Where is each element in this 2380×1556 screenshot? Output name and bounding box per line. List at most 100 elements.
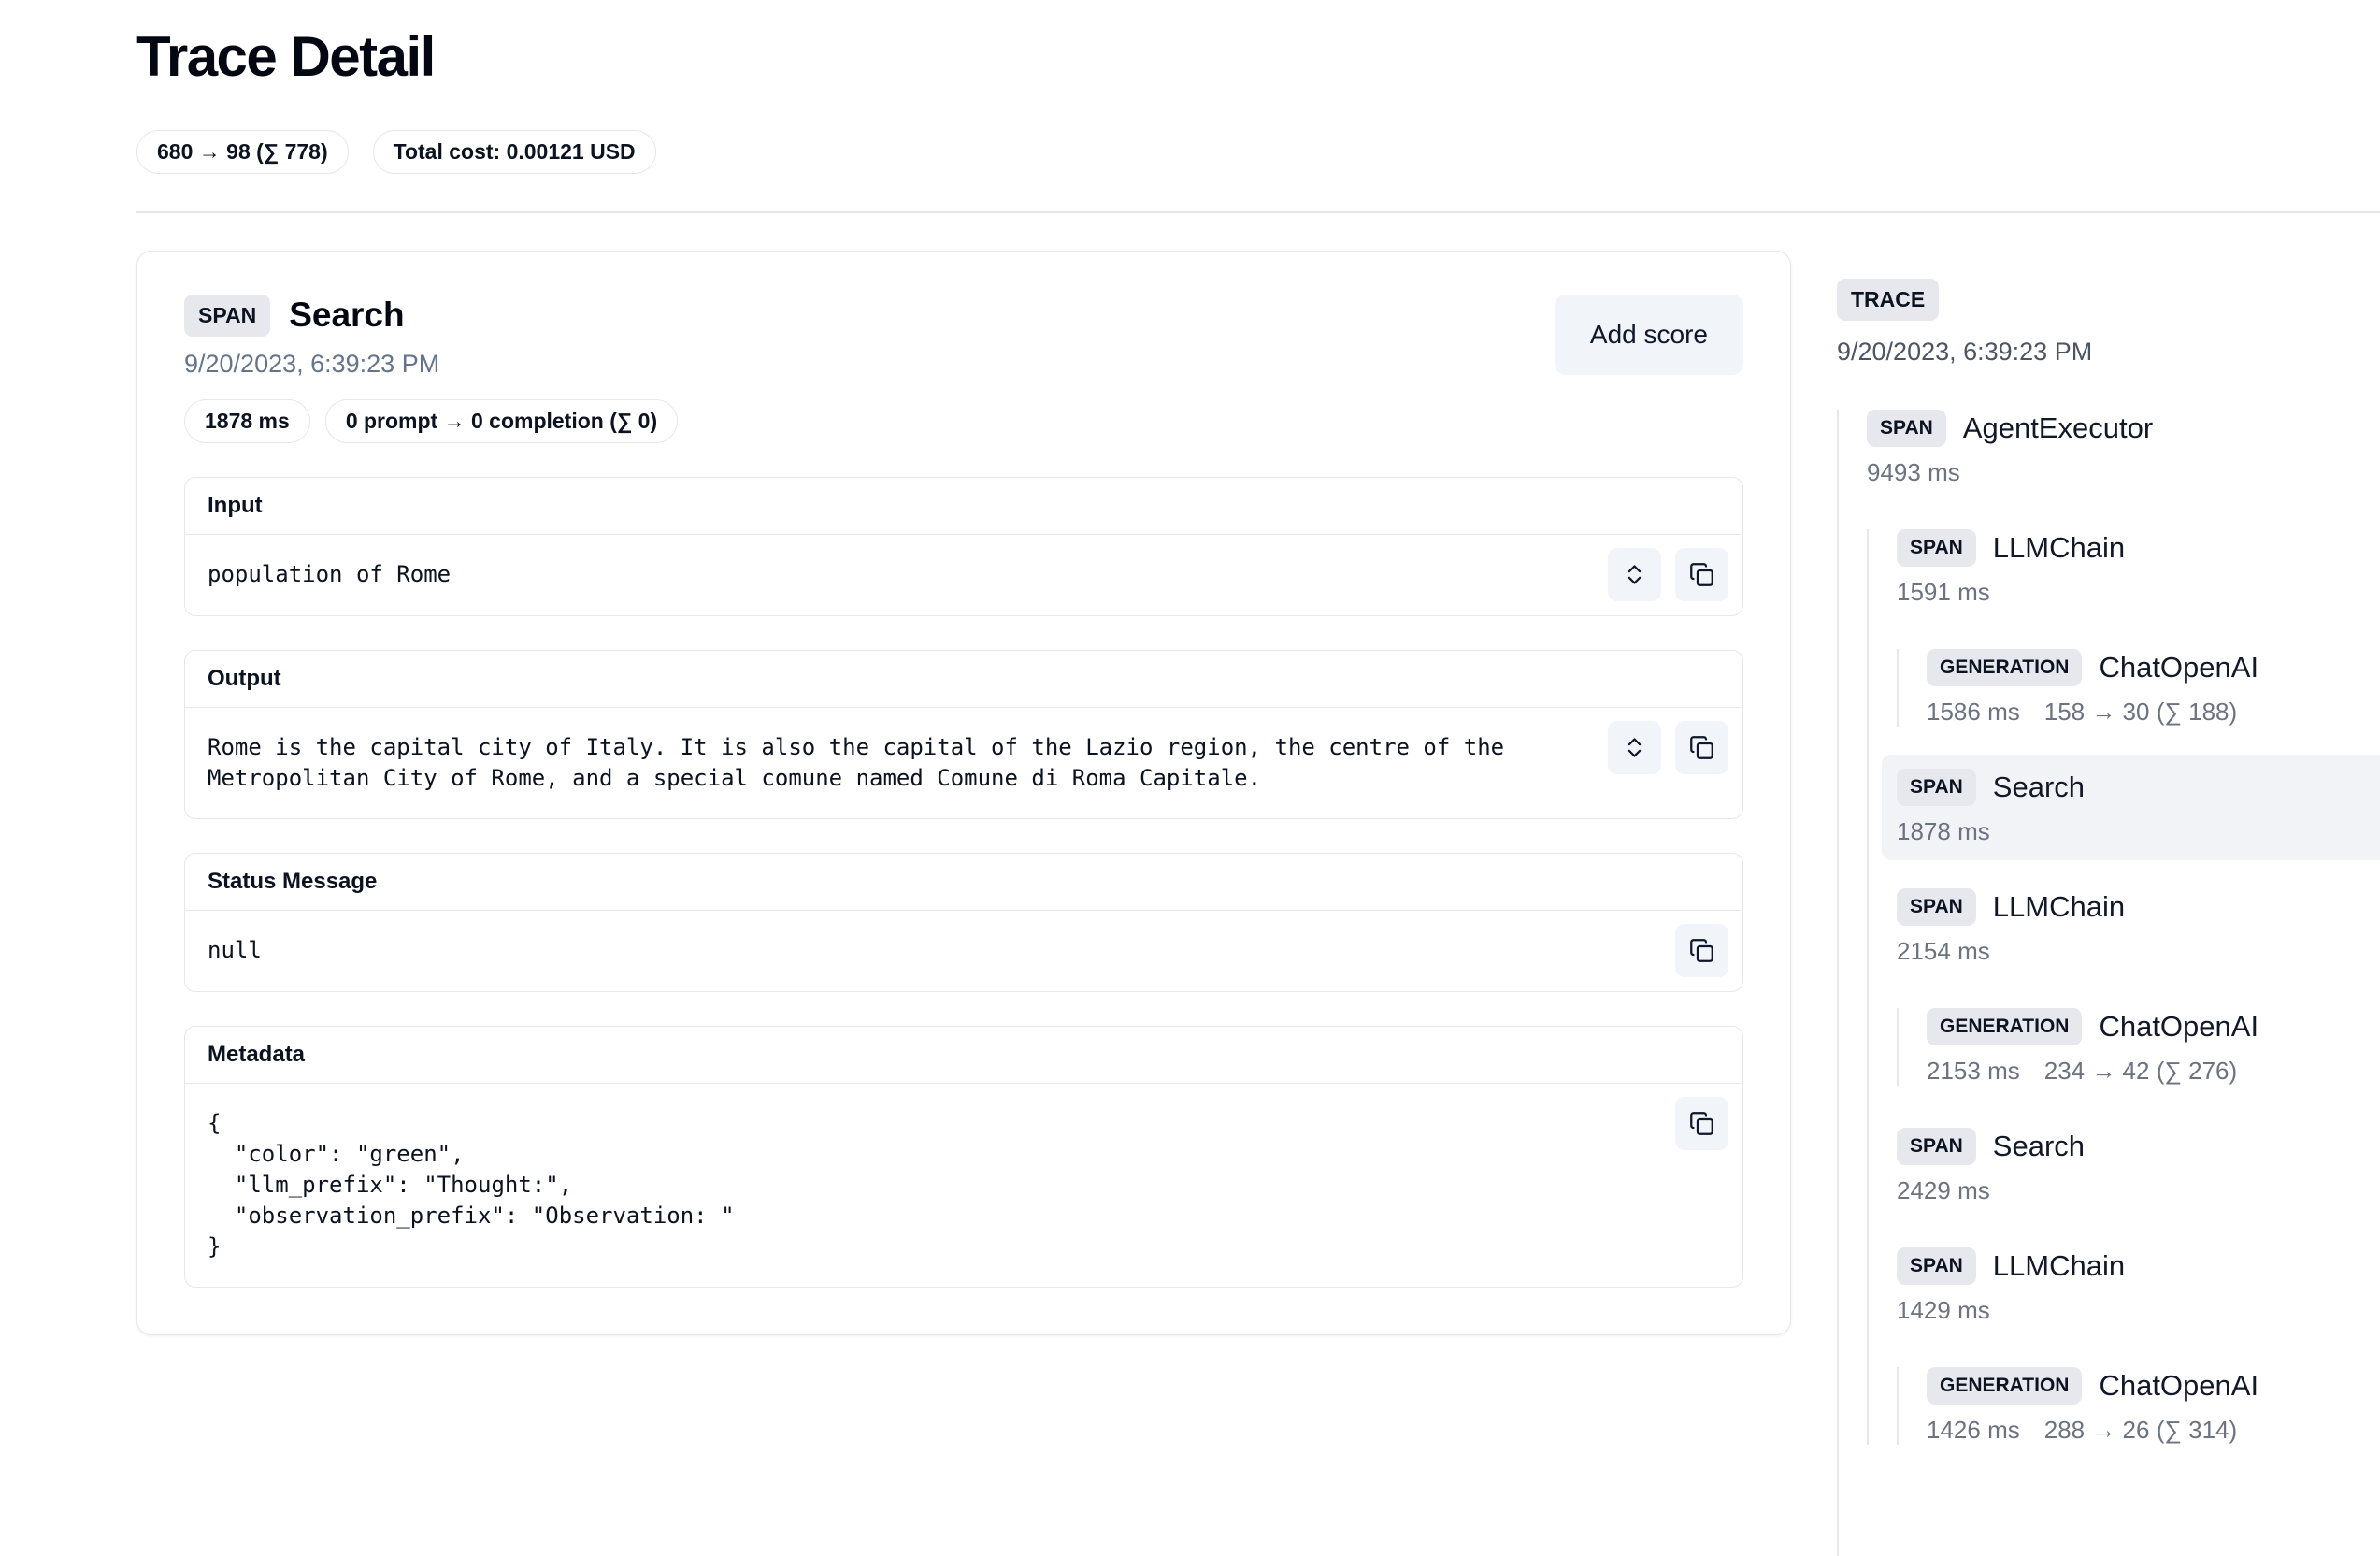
tree-item-duration: 1426 ms [1927, 1416, 2020, 1445]
tree-item-duration: 2429 ms [1897, 1176, 1990, 1205]
tree-item-meta: 2154 ms [1897, 937, 2380, 966]
header-divider [136, 211, 2380, 213]
span-type-badge: SPAN [1897, 529, 1976, 567]
tree-item-row: SPAN Search [1897, 1128, 2380, 1165]
trace-summary-badges: 680 → 98 (∑ 778) Total cost: 0.00121 USD [136, 130, 2380, 174]
tree-item-chatopenai-3[interactable]: GENERATION ChatOpenAI 1426 ms 288 → 26 (… [1927, 1367, 2380, 1445]
tree-item-meta: 1591 ms [1897, 578, 2380, 607]
copy-icon [1689, 735, 1714, 760]
tree-item-name: ChatOpenAI [2099, 651, 2258, 684]
status-message-body: null [185, 911, 1742, 991]
tree-item-duration: 2154 ms [1897, 937, 1990, 966]
tree-level-3: GENERATION ChatOpenAI 1586 ms 158 → 30 (… [1897, 649, 2380, 727]
output-actions [1608, 721, 1728, 774]
tree-item-duration: 1591 ms [1897, 578, 1990, 607]
tree-item-chatopenai-2[interactable]: GENERATION ChatOpenAI 2153 ms 234 → 42 (… [1927, 1008, 2380, 1086]
card-header-left: SPAN Search 9/20/2023, 6:39:23 PM 1878 m… [184, 295, 678, 443]
status-message-section: Status Message null [184, 853, 1743, 992]
copy-icon [1689, 1111, 1714, 1136]
metadata-label: Metadata [185, 1027, 1742, 1084]
duration-badge: 1878 ms [184, 399, 310, 443]
tree-item-search-2[interactable]: SPAN Search 2429 ms [1897, 1128, 2380, 1205]
input-expand-button[interactable] [1608, 548, 1661, 601]
card-header: SPAN Search 9/20/2023, 6:39:23 PM 1878 m… [184, 295, 1743, 443]
tree-item-meta: 1429 ms [1897, 1296, 2380, 1325]
copy-icon [1689, 562, 1714, 587]
output-section-body: Rome is the capital city of Italy. It is… [185, 708, 1742, 818]
tree-item-llmchain-2[interactable]: SPAN LLMChain 2154 ms [1897, 888, 2380, 966]
tree-level-3: GENERATION ChatOpenAI 1426 ms 288 → 26 (… [1897, 1367, 2380, 1445]
tree-item-meta: 9493 ms [1867, 458, 2380, 487]
observation-detail-card: SPAN Search 9/20/2023, 6:39:23 PM 1878 m… [136, 251, 1791, 1335]
trace-badge: TRACE [1837, 279, 1939, 321]
observation-meta-badges: 1878 ms 0 prompt → 0 completion (∑ 0) [184, 399, 678, 443]
output-section: Output Rome is the capital city of Italy… [184, 650, 1743, 819]
output-content: Rome is the capital city of Italy. It is… [208, 732, 1552, 794]
add-score-button[interactable]: Add score [1555, 295, 1743, 375]
tree-item-meta: 2153 ms 234 → 42 (∑ 276) [1927, 1057, 2380, 1086]
span-type-badge: SPAN [1867, 410, 1946, 447]
tree-item-meta: 2429 ms [1897, 1176, 2380, 1205]
tree-item-agentexecutor[interactable]: SPAN AgentExecutor 9493 ms [1867, 410, 2380, 487]
chevrons-up-down-icon [1622, 735, 1647, 760]
metadata-copy-button[interactable] [1675, 1097, 1728, 1150]
metadata-body: { "color": "green", "llm_prefix": "Thoug… [185, 1084, 1742, 1287]
status-message-copy-button[interactable] [1675, 924, 1728, 977]
input-content: population of Rome [208, 559, 1552, 590]
tree-item-name: ChatOpenAI [2099, 1010, 2258, 1044]
tree-item-name: AgentExecutor [1963, 411, 2153, 445]
input-copy-button[interactable] [1675, 548, 1728, 601]
chevrons-up-down-icon [1622, 562, 1647, 587]
copy-icon [1689, 938, 1714, 963]
status-message-content: null [208, 935, 1552, 966]
span-type-badge: SPAN [1897, 769, 1976, 806]
page-title: Trace Detail [136, 0, 2380, 89]
tree-item-tokens: 288 → 26 (∑ 314) [2044, 1416, 2237, 1445]
observation-timestamp: 9/20/2023, 6:39:23 PM [184, 350, 678, 379]
input-section-body: population of Rome [185, 535, 1742, 615]
metadata-content: { "color": "green", "llm_prefix": "Thoug… [208, 1108, 1552, 1262]
observation-title: Search [289, 295, 404, 335]
tree-item-llmchain-3[interactable]: SPAN LLMChain 1429 ms [1897, 1247, 2380, 1325]
tree-item-name: LLMChain [1993, 1249, 2125, 1283]
tree-item-row: SPAN LLMChain [1897, 888, 2380, 926]
tree-item-duration: 1878 ms [1897, 817, 1990, 846]
tree-item-row: SPAN Search [1897, 769, 2380, 806]
tree-item-row: SPAN LLMChain [1897, 1247, 2380, 1285]
tree-level-1: SPAN AgentExecutor 9493 ms SPAN LLMChain… [1837, 410, 2380, 1556]
tree-item-name: ChatOpenAI [2099, 1369, 2258, 1403]
tree-item-name: LLMChain [1993, 531, 2125, 565]
tree-item-name: LLMChain [1993, 890, 2125, 924]
total-cost-badge: Total cost: 0.00121 USD [373, 130, 656, 174]
tree-item-row: GENERATION ChatOpenAI [1927, 1008, 2380, 1045]
tree-item-row: GENERATION ChatOpenAI [1927, 1367, 2380, 1405]
generation-type-badge: GENERATION [1927, 1008, 2082, 1045]
output-section-label: Output [185, 651, 1742, 708]
content-area: SPAN Search 9/20/2023, 6:39:23 PM 1878 m… [136, 251, 2380, 1556]
tree-item-meta: 1878 ms [1897, 817, 2380, 846]
output-expand-button[interactable] [1608, 721, 1661, 774]
tree-item-name: Search [1993, 771, 2085, 804]
card-title-row: SPAN Search [184, 295, 678, 337]
input-section-label: Input [185, 478, 1742, 535]
tree-item-duration: 9493 ms [1867, 458, 1960, 487]
generation-type-badge: GENERATION [1927, 1367, 2082, 1405]
observation-type-badge: SPAN [184, 295, 270, 337]
tree-level-2: SPAN LLMChain 1591 ms GENERATION ChatOpe… [1867, 529, 2380, 1445]
prompt-completion-badge: 0 prompt → 0 completion (∑ 0) [325, 399, 678, 443]
tree-item-row: GENERATION ChatOpenAI [1927, 649, 2380, 686]
trace-timestamp: 9/20/2023, 6:39:23 PM [1837, 338, 2380, 367]
output-copy-button[interactable] [1675, 721, 1728, 774]
trace-detail-page: Trace Detail 680 → 98 (∑ 778) Total cost… [0, 0, 2380, 1556]
tree-item-meta: 1426 ms 288 → 26 (∑ 314) [1927, 1416, 2380, 1445]
input-actions [1608, 548, 1728, 601]
tree-item-duration: 2153 ms [1927, 1057, 2020, 1086]
tree-item-search-selected[interactable]: SPAN Search 1878 ms [1882, 755, 2380, 860]
tree-item-llmchain-1[interactable]: SPAN LLMChain 1591 ms [1897, 529, 2380, 607]
tree-item-row: SPAN LLMChain [1897, 529, 2380, 567]
tree-item-chatopenai-1[interactable]: GENERATION ChatOpenAI 1586 ms 158 → 30 (… [1927, 649, 2380, 727]
token-usage-badge: 680 → 98 (∑ 778) [136, 130, 349, 174]
tree-item-meta: 1586 ms 158 → 30 (∑ 188) [1927, 698, 2380, 727]
span-type-badge: SPAN [1897, 1128, 1976, 1165]
tree-item-tokens: 234 → 42 (∑ 276) [2044, 1057, 2237, 1086]
